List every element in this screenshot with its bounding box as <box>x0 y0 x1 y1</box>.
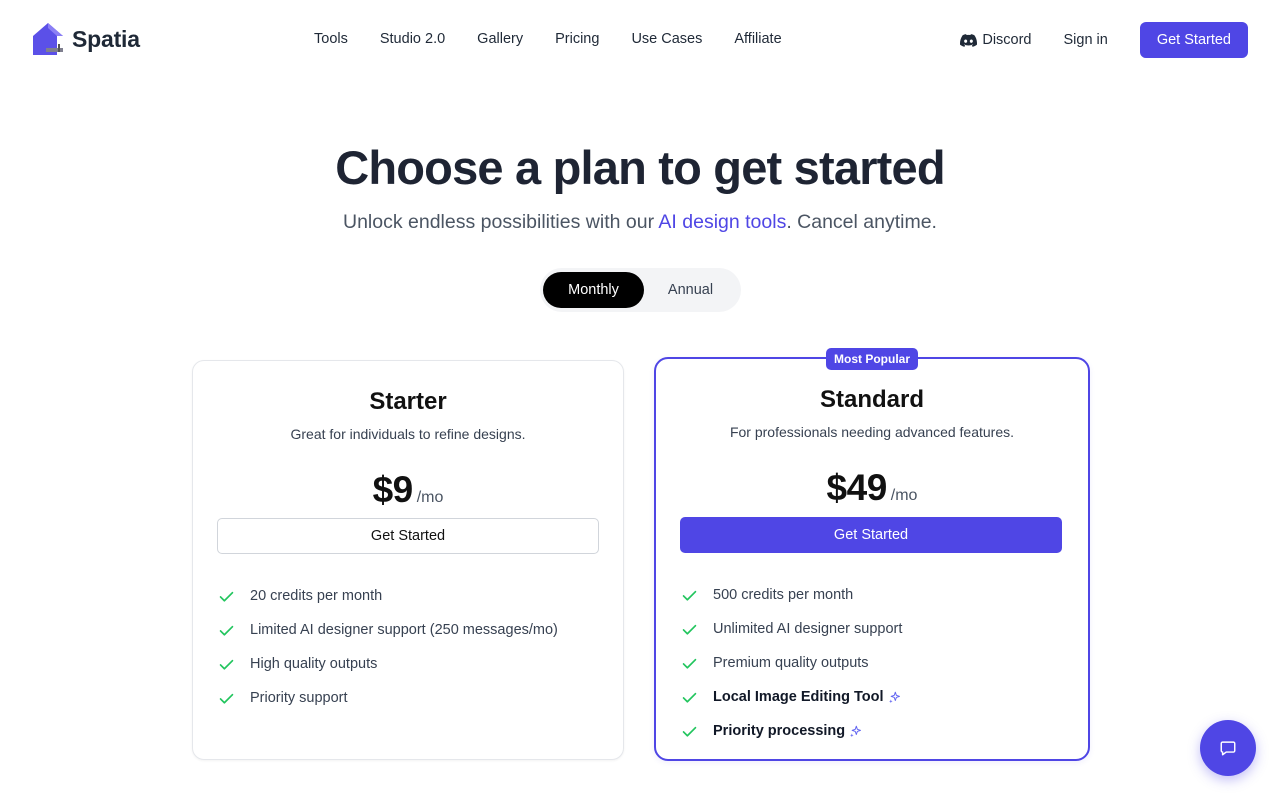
feature-text: 500 credits per month <box>713 587 854 603</box>
logo-link[interactable]: Spatia <box>32 22 140 56</box>
nav-link-pricing[interactable]: Pricing <box>555 31 599 47</box>
check-icon <box>682 658 697 669</box>
list-item: 500 credits per month <box>681 578 902 612</box>
subtitle-text-after: . Cancel anytime. <box>786 211 937 233</box>
chat-bubble-icon <box>1220 741 1236 756</box>
billing-toggle: Monthly Annual <box>540 268 741 312</box>
plan-card-starter: Starter Great for individuals to refine … <box>192 360 624 760</box>
check-icon <box>219 625 234 636</box>
check-icon <box>682 726 697 737</box>
nav-link-gallery[interactable]: Gallery <box>477 31 523 47</box>
check-icon <box>682 624 697 635</box>
check-icon <box>682 692 697 703</box>
toggle-annual[interactable]: Annual <box>644 272 737 308</box>
page-title: Choose a plan to get started <box>335 141 945 194</box>
discord-icon <box>960 33 978 47</box>
plan-price: $9 <box>372 469 414 510</box>
toggle-monthly[interactable]: Monthly <box>543 272 644 308</box>
feature-list: 20 credits per month Limited AI designer… <box>218 579 558 715</box>
nav-link-use-cases[interactable]: Use Cases <box>631 31 702 47</box>
feature-text: Limited AI designer support (250 message… <box>250 622 558 638</box>
list-item: Premium quality outputs <box>681 646 902 680</box>
list-item: 20 credits per month <box>218 579 558 613</box>
plan-period: /mo <box>416 489 444 506</box>
plan-description: For professionals needing advanced featu… <box>729 424 1015 440</box>
check-icon <box>219 693 234 704</box>
house-logo-icon <box>33 23 63 55</box>
price-row: $9 /mo <box>193 469 623 511</box>
nav-actions: Discord Sign in Get Started <box>960 22 1248 58</box>
starter-get-started-button[interactable]: Get Started <box>217 518 599 554</box>
get-started-nav-button[interactable]: Get Started <box>1139 22 1248 58</box>
plan-description: Great for individuals to refine designs. <box>290 426 526 442</box>
list-item: Local Image Editing Tool <box>681 680 902 714</box>
check-icon <box>219 659 234 670</box>
list-item: Limited AI designer support (250 message… <box>218 613 558 647</box>
plan-card-standard: Most Popular Standard For professionals … <box>654 348 1090 761</box>
logo-text: Spatia <box>72 25 140 52</box>
feature-text: Priority support <box>250 690 348 706</box>
feature-list: 500 credits per month Unlimited AI desig… <box>681 578 902 748</box>
nav-link-tools[interactable]: Tools <box>314 31 348 47</box>
list-item: Priority processing <box>681 714 902 748</box>
feature-text: Unlimited AI designer support <box>713 621 903 637</box>
feature-text: Local Image Editing Tool <box>713 689 884 705</box>
plan-name: Starter <box>369 388 447 415</box>
plan-price: $49 <box>826 467 888 508</box>
sign-in-link[interactable]: Sign in <box>1064 32 1108 48</box>
check-icon <box>219 591 234 602</box>
plan-period: /mo <box>890 487 918 504</box>
feature-text: 20 credits per month <box>250 588 383 604</box>
sparkle-icon <box>888 691 900 703</box>
feature-text: High quality outputs <box>250 656 378 672</box>
discord-label: Discord <box>982 32 1032 48</box>
price-row: $49 /mo <box>656 467 1088 509</box>
plan-name: Standard <box>819 386 924 413</box>
page-subtitle: Unlock endless possibilities with our AI… <box>0 211 1280 234</box>
list-item: Priority support <box>218 681 558 715</box>
sparkle-icon <box>850 725 862 737</box>
discord-link[interactable]: Discord <box>960 32 1032 48</box>
feature-text: Premium quality outputs <box>713 655 869 671</box>
standard-get-started-button[interactable]: Get Started <box>680 517 1062 553</box>
chat-launcher-button[interactable] <box>1200 720 1256 776</box>
main-nav: Tools Studio 2.0 Gallery Pricing Use Cas… <box>314 31 782 47</box>
check-icon <box>682 590 697 601</box>
top-navbar: Spatia Tools Studio 2.0 Gallery Pricing … <box>0 0 1280 80</box>
nav-link-studio[interactable]: Studio 2.0 <box>380 31 445 47</box>
list-item: High quality outputs <box>218 647 558 681</box>
feature-text: Priority processing <box>713 723 846 739</box>
subtitle-text-before: Unlock endless possibilities with our <box>343 211 659 233</box>
most-popular-badge: Most Popular <box>825 348 919 370</box>
list-item: Unlimited AI designer support <box>681 612 902 646</box>
nav-link-affiliate[interactable]: Affiliate <box>734 31 781 47</box>
ai-design-tools-link[interactable]: AI design tools <box>658 211 786 233</box>
